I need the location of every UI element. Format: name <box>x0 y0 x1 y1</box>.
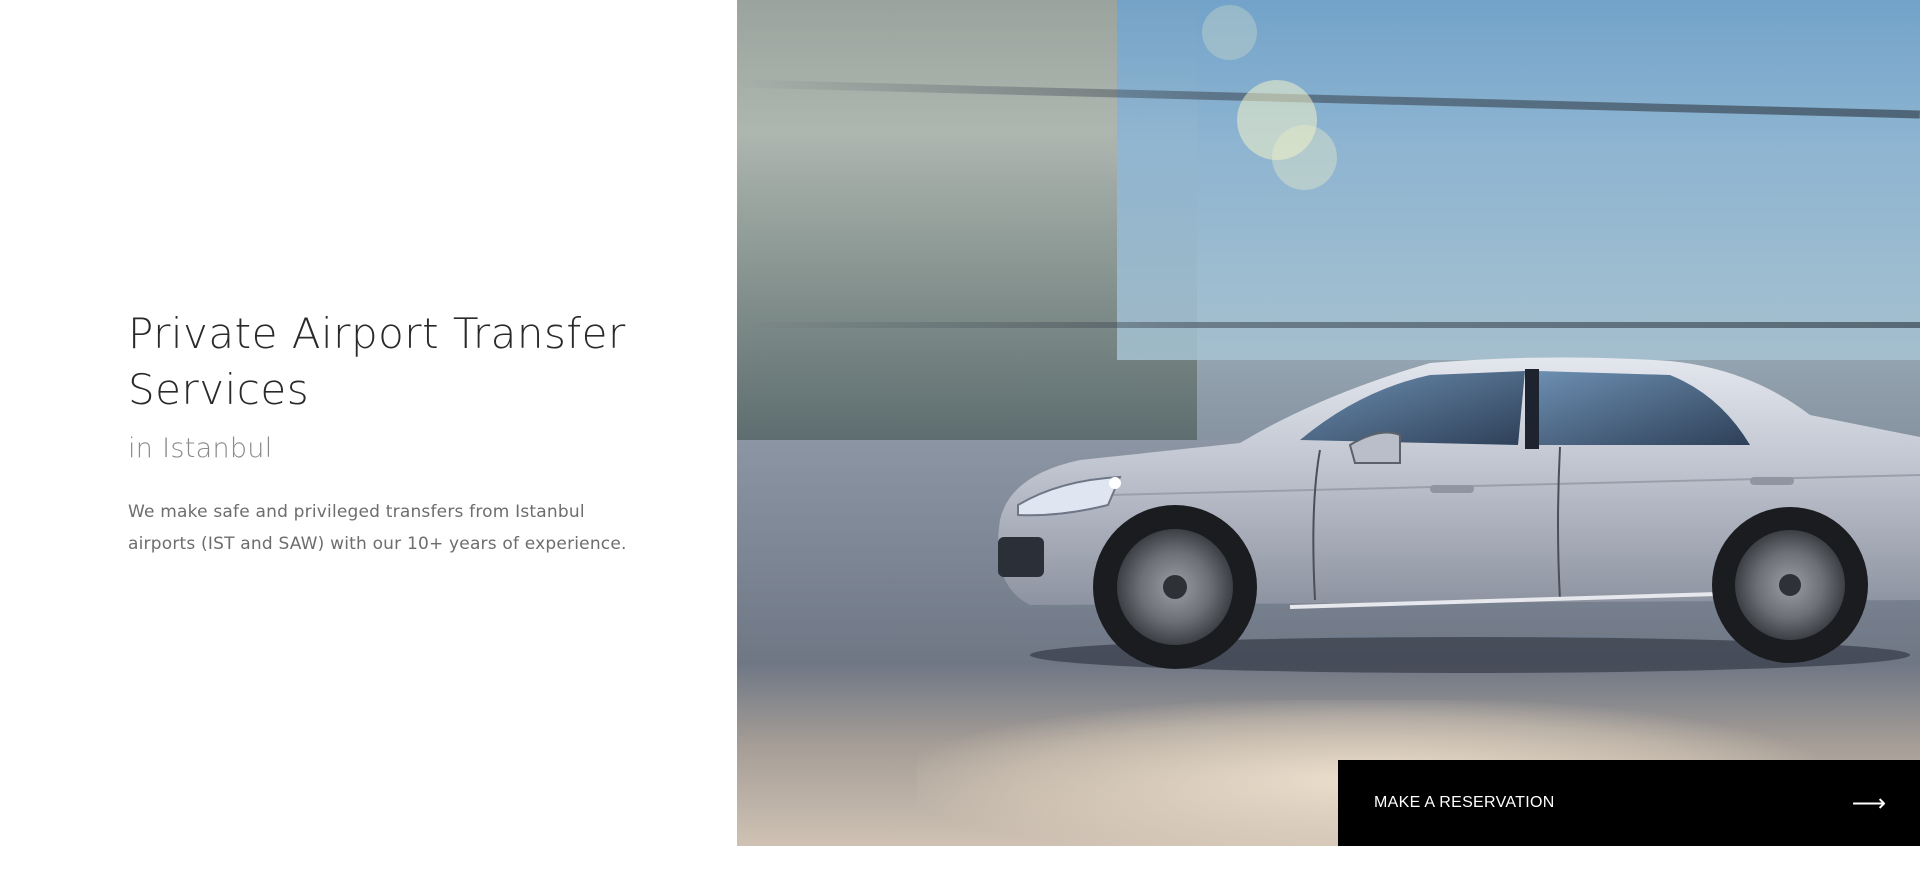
bokeh-light <box>1202 5 1257 60</box>
hero-description: We make safe and privileged transfers fr… <box>128 502 627 554</box>
motion-streak <box>737 322 1920 328</box>
make-reservation-label: MAKE A RESERVATION <box>1374 794 1555 811</box>
bokeh-light <box>1272 125 1337 190</box>
silver-sedan-car-icon <box>998 357 1920 673</box>
hero-text-panel: Private Airport Transfer Services in Ist… <box>0 0 737 846</box>
arrow-right-icon: ⟶ <box>1851 789 1886 817</box>
hero-text-block: Private Airport Transfer Services in Ist… <box>128 306 688 560</box>
hero-title: Private Airport Transfer Services <box>128 309 626 414</box>
make-reservation-button[interactable]: MAKE A RESERVATION ⟶ <box>1338 760 1920 846</box>
hero-subtitle: in Istanbul <box>128 433 273 464</box>
hero-section: Private Airport Transfer Services in Ist… <box>0 0 1920 846</box>
